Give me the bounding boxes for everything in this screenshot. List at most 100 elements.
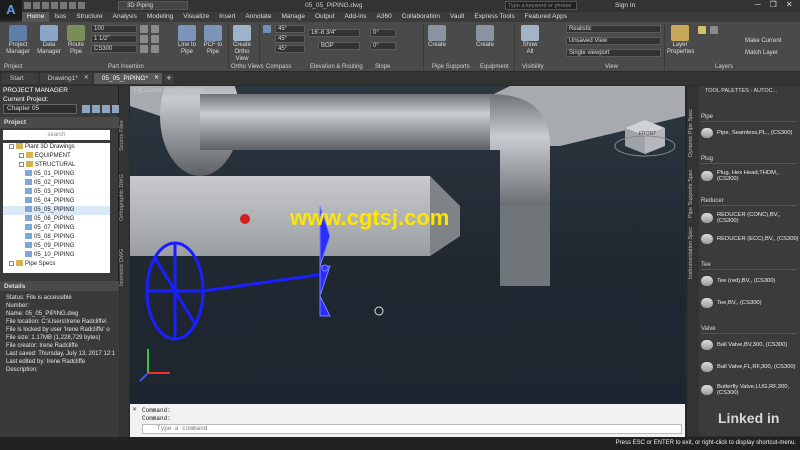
- ribbon-tab-insert[interactable]: Insert: [214, 12, 240, 22]
- ribbon-tab-express-tools[interactable]: Express Tools: [469, 12, 519, 22]
- sign-in-button[interactable]: Sign In: [615, 2, 635, 9]
- slope2-field[interactable]: 0°: [370, 42, 396, 50]
- palette-tool-item[interactable]: Tee,BV,, (CS300): [701, 298, 799, 308]
- create-support-button[interactable]: Create: [426, 25, 448, 49]
- compass-icon[interactable]: [263, 25, 271, 33]
- expand-icon[interactable]: [19, 161, 24, 167]
- ribbon-tab-output[interactable]: Output: [310, 12, 340, 22]
- details-header[interactable]: Details: [0, 281, 119, 291]
- ribbon-tab-manage[interactable]: Manage: [276, 12, 310, 22]
- tree-item[interactable]: Plant 3D Drawings: [3, 143, 110, 152]
- ribbon-tab-annotate[interactable]: Annotate: [240, 12, 276, 22]
- ribbon-tab-modeling[interactable]: Modeling: [142, 12, 178, 22]
- project-manager-button[interactable]: Project Manager: [6, 25, 30, 56]
- tree-item[interactable]: 05_09_PIPING: [3, 242, 110, 251]
- ribbon-tab-isos[interactable]: Isos: [49, 12, 71, 22]
- tree-item[interactable]: 05_07_PIPING: [3, 224, 110, 233]
- command-input[interactable]: Type a command: [142, 424, 682, 434]
- save-icon[interactable]: [42, 2, 49, 9]
- ribbon-tab-structure[interactable]: Structure: [71, 12, 107, 22]
- workspace-dropdown[interactable]: 3D Piping: [118, 1, 188, 10]
- ribbon-panel-label[interactable]: View: [605, 64, 618, 70]
- sub-size-dropdown[interactable]: 1 1/2": [91, 35, 137, 43]
- ribbon-panel-label[interactable]: Slope: [375, 64, 390, 70]
- drawing-viewport[interactable]: [-][Custom View][Realistic] FRONT: [130, 86, 685, 404]
- redo-icon[interactable]: [78, 2, 85, 9]
- current-project-dropdown[interactable]: Chapter 05: [3, 104, 77, 114]
- close-tab-icon[interactable]: ✕: [154, 73, 159, 84]
- tree-item[interactable]: 05_10_PIPING: [3, 251, 110, 260]
- restore-icon[interactable]: ❐: [770, 0, 777, 9]
- save-as-icon[interactable]: [51, 2, 58, 9]
- elevation-field[interactable]: 16'-8 3/4": [308, 29, 360, 37]
- ribbon-panel-label[interactable]: Pipe Supports: [432, 64, 470, 70]
- dynamic-pipe-spec-tab[interactable]: Dynamic Pipe Spec: [688, 106, 698, 161]
- tree-item[interactable]: Pipe Specs: [3, 260, 110, 269]
- palette-tool-item[interactable]: Pipe, Seamless,PL,, (CS300): [701, 128, 799, 138]
- insert-part-icon[interactable]: [140, 25, 148, 33]
- pcf-to-pipe-button[interactable]: PCF to Pipe: [201, 25, 225, 56]
- open-icon[interactable]: [33, 2, 40, 9]
- tree-item[interactable]: 05_06_PIPING: [3, 215, 110, 224]
- new-tab-button[interactable]: +: [164, 73, 174, 84]
- connect-icon[interactable]: [151, 25, 159, 33]
- pipe-supports-spec-tab[interactable]: Pipe Supports Spec: [688, 166, 698, 221]
- ribbon-tab-collaboration[interactable]: Collaboration: [397, 12, 445, 22]
- close-icon[interactable]: ✕: [132, 406, 137, 413]
- doc-tab-piping[interactable]: 05_05_PIPING* ✕: [93, 73, 162, 84]
- application-menu-button[interactable]: A: [0, 0, 22, 20]
- palette-tool-item[interactable]: REDUCER (ECC),BV,, (CS300): [701, 234, 799, 244]
- project-search-input[interactable]: search: [3, 130, 110, 140]
- new-icon[interactable]: [24, 2, 31, 9]
- doc-tab-drawing1[interactable]: Drawing1* ✕: [39, 73, 92, 84]
- make-current-button[interactable]: Make Current: [745, 38, 781, 45]
- visual-style-dropdown[interactable]: Realistic: [566, 25, 661, 33]
- ribbon-panel-label[interactable]: Layers: [715, 64, 733, 70]
- palette-tool-item[interactable]: Butterfly Valve,LUG,RF,300, (CS300): [701, 384, 799, 396]
- ribbon-panel-label[interactable]: Equipment: [480, 64, 509, 70]
- close-tab-icon[interactable]: ✕: [84, 73, 89, 84]
- create-ortho-view-button[interactable]: Create Ortho View: [229, 25, 255, 63]
- create-equipment-button[interactable]: Create: [474, 25, 496, 49]
- ribbon-panel-label[interactable]: Elevation & Routing: [310, 64, 363, 70]
- instrumentation-spec-tab[interactable]: Instrumentation Spec: [688, 226, 698, 281]
- help-icon[interactable]: [102, 105, 110, 113]
- ribbon-tab-featured-apps[interactable]: Featured Apps: [520, 12, 572, 22]
- layer-bulb-icon[interactable]: [698, 26, 706, 34]
- slope-field[interactable]: 0°: [370, 29, 396, 37]
- palette-tool-item[interactable]: Ball Valve,FL,RF,300, (CS300): [701, 362, 799, 372]
- viewport-config-dropdown[interactable]: Single viewport: [566, 49, 661, 57]
- compass-angle2-dropdown[interactable]: 45°: [275, 35, 305, 43]
- project-section-header[interactable]: Project: [0, 117, 119, 128]
- palette-tool-item[interactable]: Ball Valve,BV,300, (CS300): [701, 340, 799, 350]
- justification-dropdown[interactable]: BOP: [318, 42, 360, 50]
- size-dropdown[interactable]: 100: [91, 25, 137, 33]
- ribbon-tab-a360[interactable]: A360: [372, 12, 397, 22]
- tree-item[interactable]: EQUIPMENT: [3, 152, 110, 161]
- ribbon-tab-analysis[interactable]: Analysis: [108, 12, 142, 22]
- match-layer-button[interactable]: Match Layer: [745, 50, 778, 57]
- layer-properties-button[interactable]: Layer Properties: [667, 25, 694, 56]
- tree-item[interactable]: 05_08_PIPING: [3, 233, 110, 242]
- ribbon-panel-label[interactable]: Project: [4, 64, 23, 70]
- tree-item[interactable]: 05_01_PIPING: [3, 170, 110, 179]
- tree-item[interactable]: 05_05_PIPING: [3, 206, 110, 215]
- source-files-tab[interactable]: Source Files: [119, 116, 129, 156]
- search-input[interactable]: Type a keyword or phrase: [505, 1, 577, 10]
- compass-angle-dropdown[interactable]: 45°: [275, 25, 305, 33]
- ribbon-tab-vault[interactable]: Vault: [445, 12, 469, 22]
- substitution-icon[interactable]: [151, 35, 159, 43]
- ribbon-panel-label[interactable]: Visibility: [522, 64, 544, 70]
- tree-item[interactable]: 05_02_PIPING: [3, 179, 110, 188]
- plant-palette-icon[interactable]: [140, 35, 148, 43]
- ribbon-tab-home[interactable]: Home: [22, 12, 50, 22]
- ribbon-tab-add-ins[interactable]: Add-ins: [339, 12, 371, 22]
- tree-item[interactable]: 05_04_PIPING: [3, 197, 110, 206]
- expand-icon[interactable]: [9, 260, 14, 266]
- data-manager-button[interactable]: Data Manager: [36, 25, 62, 56]
- orthographic-dwg-tab[interactable]: Orthographic DWG: [119, 166, 129, 230]
- compass-angle3-dropdown[interactable]: 45°: [275, 45, 305, 53]
- expand-icon[interactable]: [9, 143, 14, 149]
- minimize-icon[interactable]: ─: [755, 0, 761, 9]
- layer-freeze-icon[interactable]: [710, 26, 718, 34]
